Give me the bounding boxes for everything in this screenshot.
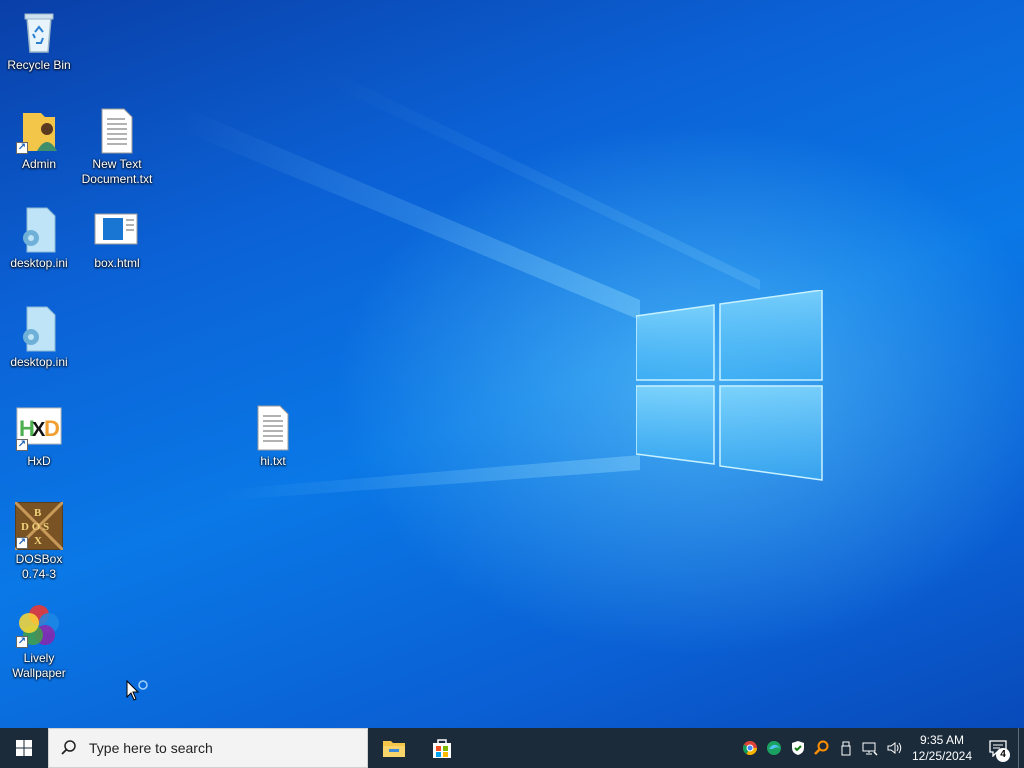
shortcut-arrow-icon: ↗ [16,142,28,154]
defender-icon[interactable] [786,728,810,768]
desktop-icon-admin[interactable]: ↗ Admin [1,107,77,172]
show-desktop-button[interactable] [1018,728,1024,768]
desktop-icon-hxd[interactable]: H X D ↗ HxD [1,404,77,469]
taskbar-microsoft-store[interactable] [418,728,466,768]
file-explorer-icon [383,741,405,757]
microsoft-store-icon [433,739,451,758]
windows-start-icon [16,740,32,756]
hxd-app-icon: H X D ↗ [15,404,63,452]
dosbox-app-icon: B D O S X ↗ [13,500,65,552]
search-icon [49,739,89,757]
taskbar-file-explorer[interactable] [370,728,418,768]
desktop-icon-box-html[interactable]: box.html [79,206,155,271]
clock-time: 9:35 AM [919,733,965,747]
edge-icon[interactable] [762,728,786,768]
icon-label: HxD [27,454,51,468]
settings-file-icon [15,305,63,353]
mouse-cursor-busy-icon [126,680,148,701]
clock-date: 12/25/2024 [911,749,973,763]
action-center-button[interactable]: 4 [978,728,1018,768]
shortcut-arrow-icon: ↗ [16,537,28,549]
user-folder-icon: ↗ [15,107,63,155]
lively-wallpaper-app-icon: ↗ [15,601,63,649]
start-button[interactable] [0,728,48,768]
icon-label: Admin [21,157,56,171]
text-file-icon [249,404,297,452]
icon-label: Recycle Bin [7,58,71,72]
usb-icon[interactable] [834,728,858,768]
svg-text:B: B [34,507,42,519]
text-file-icon [93,107,141,155]
taskbar: Type here to search 9:35 AM 12/25/2024 4 [0,728,1024,768]
desktop-icon-recycle-bin[interactable]: Recycle Bin [1,8,77,73]
search-tool-icon[interactable] [810,728,834,768]
settings-file-icon [15,206,63,254]
system-tray: 9:35 AM 12/25/2024 4 [738,728,1024,768]
desktop-icon-desktop-ini-2[interactable]: desktop.ini [1,305,77,370]
volume-icon[interactable] [882,728,906,768]
network-icon[interactable] [858,728,882,768]
svg-text:D O S: D O S [21,521,49,533]
search-placeholder: Type here to search [89,740,213,756]
chrome-icon[interactable] [738,728,762,768]
desktop-icon-lively-wallpaper[interactable]: ↗ Lively Wallpaper [1,601,77,681]
icon-label: hi.txt [260,454,286,468]
icon-label: desktop.ini [10,355,68,369]
shortcut-arrow-icon: ↗ [16,439,28,451]
desktop-icon-new-text-document[interactable]: New Text Document.txt [79,107,155,187]
notification-count-badge: 4 [996,748,1010,762]
svg-text:X: X [34,535,42,547]
html-file-icon [93,206,141,254]
icon-label: DOSBox 0.74-3 [15,552,63,581]
taskbar-search-box[interactable]: Type here to search [48,728,368,768]
desktop-icon-hi-txt[interactable]: hi.txt [235,404,311,469]
taskbar-clock[interactable]: 9:35 AM 12/25/2024 [906,732,978,764]
icon-label: desktop.ini [10,256,68,270]
desktop: Recycle Bin ↗ Admin New Text Document.tx… [0,0,1024,728]
icon-label: New Text Document.txt [81,157,153,186]
icon-label: Lively Wallpaper [12,651,66,680]
recycle-bin-icon [15,8,63,56]
desktop-icon-dosbox[interactable]: B D O S X ↗ DOSBox 0.74-3 [1,500,77,582]
icon-label: box.html [94,256,140,270]
svg-text:D: D [44,416,60,441]
desktop-icon-desktop-ini-1[interactable]: desktop.ini [1,206,77,271]
shortcut-arrow-icon: ↗ [16,636,28,648]
